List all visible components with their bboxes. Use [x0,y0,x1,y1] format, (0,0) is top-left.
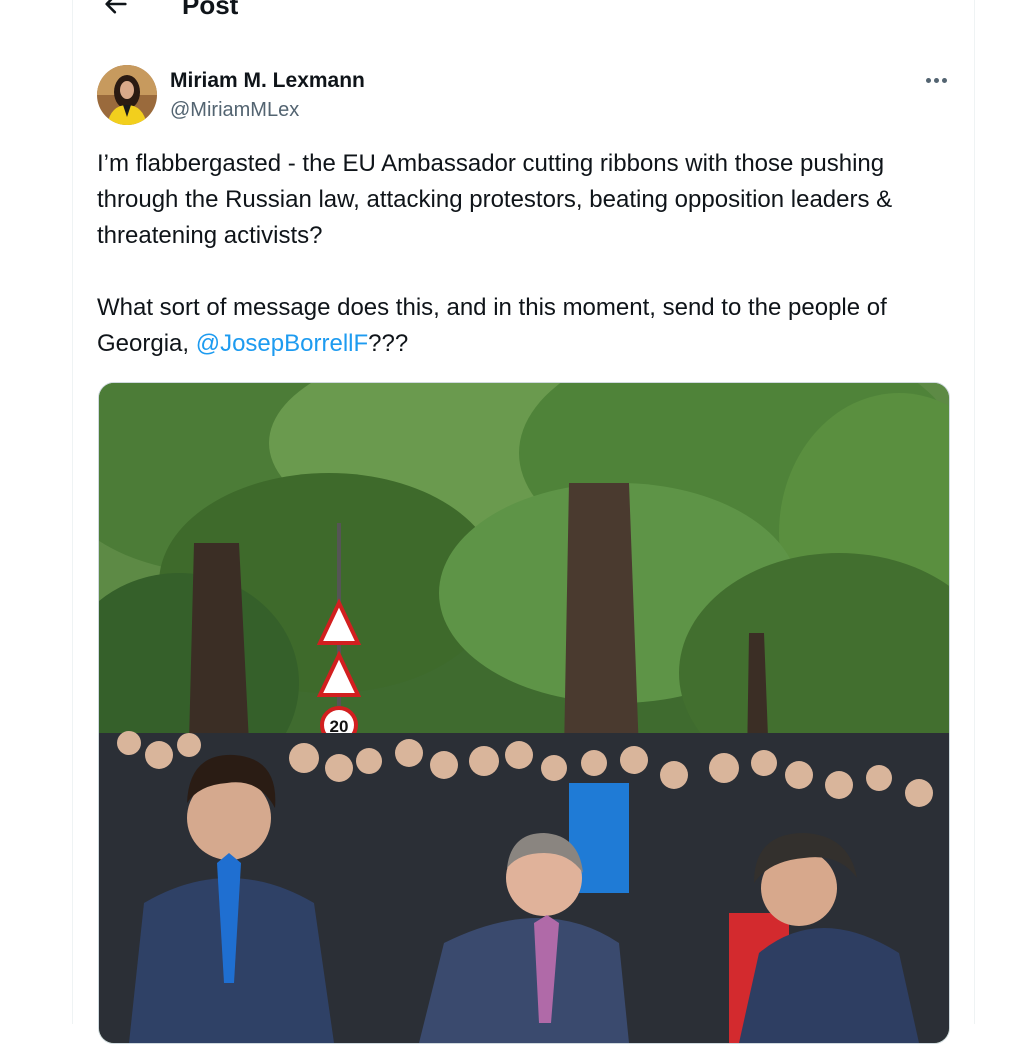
more-dot-icon [933,77,939,83]
more-dot-icon [941,77,947,83]
arrow-left-icon [105,0,127,14]
tweet-paragraph: What sort of message does this, and in t… [97,290,957,362]
tweet-paragraph: I’m flabbergasted - the EU Ambassador cu… [97,150,893,249]
post-header: Post [72,0,974,26]
column-border-right [974,0,975,1024]
tweet-photo[interactable]: 20 [98,382,950,1044]
author-name[interactable]: Miriam M. Lexmann [170,68,365,94]
avatar[interactable] [97,65,157,125]
more-dot-icon [925,77,931,83]
tweet-text: I’m flabbergasted - the EU Ambassador cu… [97,146,957,362]
column-border-left [72,0,73,1024]
tweet-text-span: ??? [368,330,409,357]
back-button[interactable] [102,0,130,18]
mention-link[interactable]: @JosepBorrellF [196,330,368,357]
page-title: Post [182,0,239,20]
more-options-button[interactable] [922,66,950,94]
author-handle[interactable]: @MiriamMLex [170,97,299,123]
